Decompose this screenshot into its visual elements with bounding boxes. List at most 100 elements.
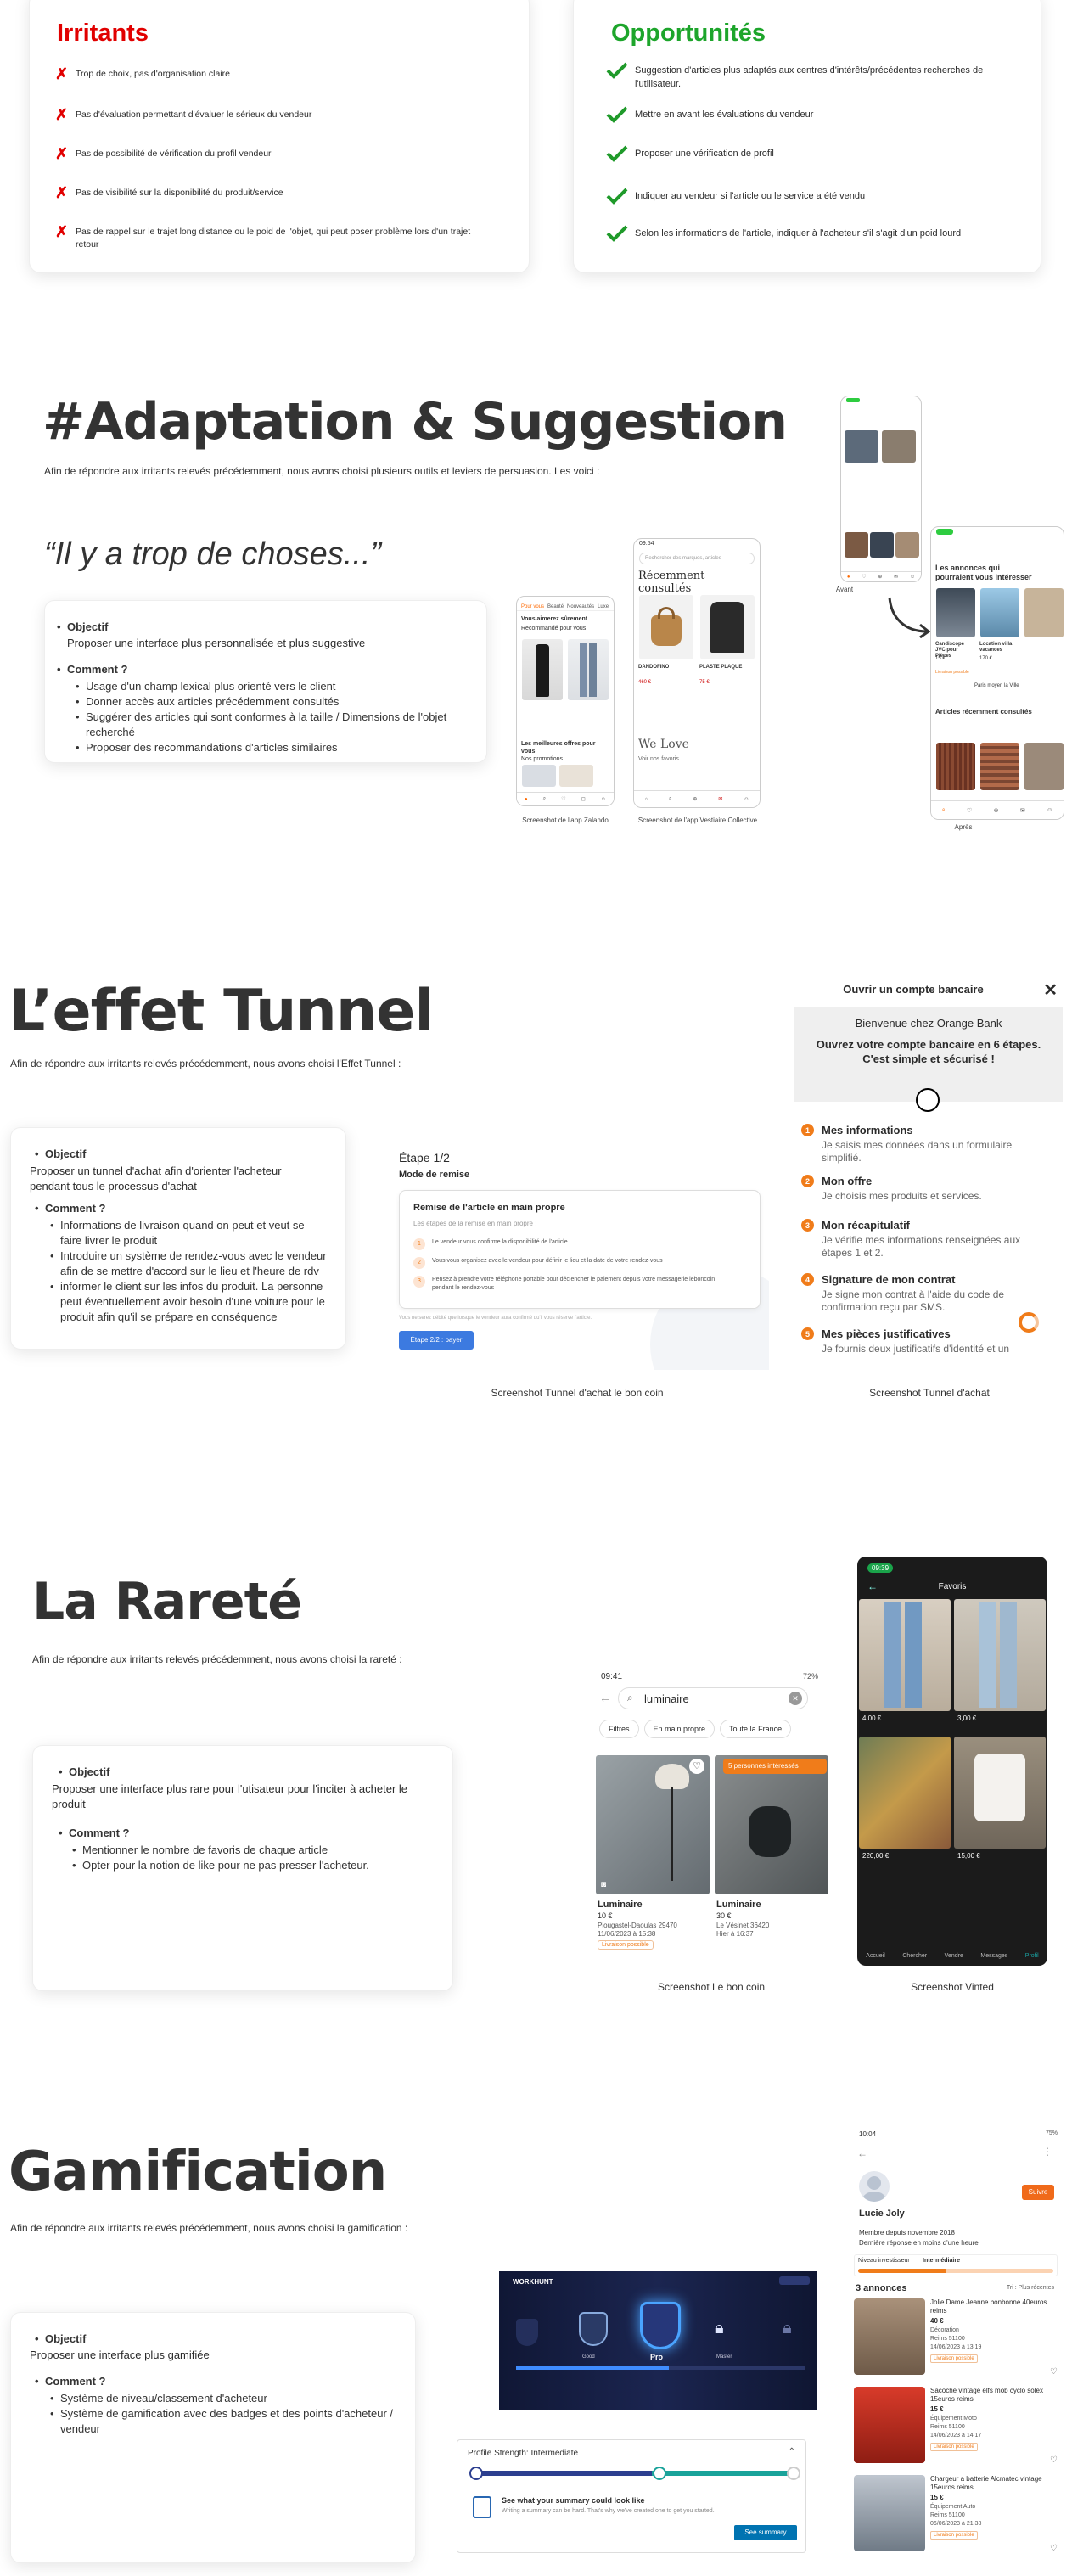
lbc-note: Vous ne serez débité que lorsque le vend… bbox=[399, 1316, 592, 1321]
listing-date: 06/06/2023 à 21:38 bbox=[930, 2521, 982, 2527]
vinted-nav-item[interactable]: Vendre bbox=[945, 1953, 963, 1959]
vinted-nav-item[interactable]: Profil bbox=[1025, 1953, 1039, 1959]
check-icon bbox=[606, 106, 635, 127]
vinted-price-2: 3,00 € bbox=[957, 1715, 977, 1722]
zalando-tab[interactable]: Nouveautés bbox=[567, 604, 594, 609]
badge-icon bbox=[640, 2302, 681, 2349]
bottom-nav[interactable]: ⌕ ♡ ⊕ ✉ ☺ bbox=[931, 800, 1064, 819]
lbc-box-title: Remise de l'article en main propre bbox=[413, 1203, 565, 1213]
remise-step: 3 Pensez à prendre votre téléphone portab… bbox=[413, 1276, 753, 1293]
bottom-nav[interactable]: ● ⌕ ♡ ◻ ☺ bbox=[517, 792, 614, 805]
profile-listing[interactable]: Chargeur a batterie Alcmatec vintage 15e… bbox=[854, 2475, 1061, 2558]
step-desc: Je signe mon contrat à l'aide du code de… bbox=[822, 1288, 1005, 1313]
lbc-pay-button[interactable]: Étape 2/2 : payer bbox=[399, 1331, 474, 1350]
heart-icon[interactable]: ♡ bbox=[1050, 2367, 1058, 2377]
step-number: 4 bbox=[801, 1273, 814, 1286]
step-text: Le vendeur vous confirme la disponibilit… bbox=[432, 1239, 568, 1245]
vestiaire-search[interactable]: Rechercher des marques, articles bbox=[639, 553, 755, 564]
filter-chip[interactable]: Filtres bbox=[599, 1720, 639, 1738]
check-icon bbox=[606, 188, 635, 209]
lbc-item2-price: 30 € bbox=[716, 1911, 732, 1920]
level-good: Good bbox=[582, 2354, 595, 2360]
vestiaire-time: 09:54 bbox=[639, 541, 654, 547]
step-text: Vous vous organisez avec le vendeur pour… bbox=[432, 1258, 663, 1264]
product-image bbox=[882, 430, 916, 463]
vestiaire-item2-brand: PLASTE PLAQUE bbox=[699, 665, 743, 670]
product-image bbox=[568, 639, 609, 700]
chevron-up-icon[interactable]: ⌃ bbox=[789, 2447, 795, 2456]
follow-button[interactable]: Suivre bbox=[1022, 2185, 1054, 2200]
profile-listing[interactable]: Jolie Dame Jeanne bonbonne 40euros reims… bbox=[854, 2298, 1061, 2382]
comment-item: Suggérer des articles qui sont conformes… bbox=[74, 710, 481, 740]
zalando-screenshot: Pour vous Beauté Nouveautés Luxe Vous aimer… bbox=[516, 596, 615, 806]
comment-item: Usage d'un champ lexical plus orienté ve… bbox=[74, 679, 481, 694]
lbc-item1-price: 10 € bbox=[598, 1911, 613, 1920]
vinted-bottom-nav[interactable]: Accueil Chercher Vendre Messages Profil bbox=[857, 1953, 1047, 1959]
vestiaire-item1-brand: DANDOFINO bbox=[638, 665, 670, 670]
product-image bbox=[522, 765, 556, 787]
back-icon[interactable]: ← bbox=[857, 2147, 867, 2159]
zalando-section2: Les meilleures offres pour vous bbox=[521, 741, 596, 755]
back-icon[interactable]: ← bbox=[599, 1691, 611, 1704]
vinted-price-1: 4,00 € bbox=[862, 1715, 882, 1722]
filter-chip[interactable]: En main propre bbox=[643, 1720, 716, 1738]
filter-chip[interactable]: Toute la France bbox=[720, 1720, 792, 1738]
objectif-label: Objectif bbox=[55, 620, 480, 635]
step-desc: Je vérifie mes informations renseignées … bbox=[822, 1234, 1021, 1259]
profile-reply: Dernière réponse en moins d'une heure bbox=[859, 2239, 979, 2247]
comment-item: Proposer des recommandations d'articles … bbox=[74, 740, 481, 755]
linkedin-summary-sub: Writing a summary can be hard. That's wh… bbox=[502, 2508, 715, 2514]
vinted-nav-item[interactable]: Accueil bbox=[866, 1953, 885, 1959]
profile-listing[interactable]: Sacoche vintage elfs mob cyclo solex 15e… bbox=[854, 2387, 1061, 2470]
caption-lbc-rarete: Screenshot Le bon coin bbox=[657, 1981, 766, 1993]
listing-delivery: Livraison possible bbox=[930, 2354, 978, 2363]
irritant-text: Trop de choix, pas d'organisation claire bbox=[76, 69, 230, 79]
zalando-tab[interactable]: Luxe bbox=[598, 604, 609, 609]
profile-battery: 75% bbox=[1045, 2130, 1058, 2136]
vinted-nav-item[interactable]: Chercher bbox=[902, 1953, 927, 1959]
heart-icon[interactable]: ♡ bbox=[1050, 2455, 1058, 2465]
step-desc: Je choisis mes produits et services. bbox=[822, 1190, 982, 1202]
clear-icon[interactable]: ✕ bbox=[789, 1692, 802, 1705]
irritant-item: ✗ Trop de choix, pas d'organisation clair… bbox=[55, 65, 514, 83]
listing-title: Jolie Dame Jeanne bonbonne 40euros reims bbox=[930, 2298, 1047, 2315]
step-number: 1 bbox=[413, 1238, 425, 1250]
listing-price: 15 € bbox=[930, 2405, 944, 2413]
linkedin-summary-title: See what your summary could look like bbox=[502, 2496, 645, 2505]
comment-item: Informations de livraison quand on peut … bbox=[48, 1218, 328, 1249]
more-icon[interactable]: ⋮ bbox=[1042, 2146, 1052, 2158]
lbc-badge: Livraison possible bbox=[935, 670, 969, 675]
lbc-item1-date: 11/06/2023 à 15:38 bbox=[598, 1930, 656, 1938]
vestiaire-screenshot: 09:54 Rechercher des marques, articles R… bbox=[633, 538, 761, 808]
comment-item: Système de niveau/classement d'acheteur bbox=[48, 2391, 405, 2406]
irritant-text: Pas de visibilité sur la disponibilité d… bbox=[76, 188, 283, 198]
listing-title: Chargeur a batterie Alcmatec vintage 15e… bbox=[930, 2475, 1042, 2491]
linkedin-strength: Profile Strength: Intermediate bbox=[468, 2449, 579, 2458]
opportunity-item: Indiquer au vendeur si l'article ou le s… bbox=[606, 188, 1030, 209]
close-icon[interactable]: ✕ bbox=[1043, 979, 1058, 1001]
document-icon bbox=[473, 2496, 491, 2518]
bottom-nav[interactable]: ● ♡ ⊕ ✉ ☺ bbox=[841, 571, 921, 581]
rarete-comment-list: Mentionner le nombre de favoris de chaqu… bbox=[70, 1843, 435, 1873]
zalando-tab[interactable]: Beauté bbox=[547, 604, 564, 609]
badge-icon bbox=[579, 2312, 608, 2346]
profile-sort[interactable]: Tri : Plus récentes bbox=[1007, 2285, 1054, 2291]
step-desc: Je fournis deux justificatifs d'identité… bbox=[822, 1343, 1010, 1355]
heart-icon[interactable]: ♡ bbox=[1050, 2544, 1058, 2553]
vinted-screenshot: 09:39 ← Favoris 4,00 € 3,00 € 220,00 € 1… bbox=[857, 1557, 1047, 1966]
objectif-text: Proposer une interface plus gamifiée bbox=[30, 2349, 210, 2361]
irritant-text: Pas de rappel sur le trajet long distanc… bbox=[76, 227, 471, 250]
vinted-nav-item[interactable]: Messages bbox=[980, 1953, 1007, 1959]
vestiaire-love-sub[interactable]: Voir nos favoris bbox=[634, 755, 683, 764]
level-master: Master bbox=[716, 2354, 732, 2360]
search-field[interactable]: ⌕ luminaire ✕ bbox=[618, 1687, 808, 1709]
zalando-tab[interactable]: Pour vous bbox=[521, 604, 544, 609]
loader-icon bbox=[1019, 1312, 1039, 1333]
bottom-nav[interactable]: ⌂ ⌕ ⊕ ✉ ☺ bbox=[634, 790, 760, 807]
see-summary-button[interactable]: See summary bbox=[734, 2525, 797, 2540]
gamification-title: Gamification bbox=[8, 2141, 387, 2203]
heart-icon[interactable]: ♡ bbox=[689, 1759, 704, 1774]
profile-time: 10:04 bbox=[859, 2130, 877, 2138]
check-icon bbox=[606, 62, 635, 83]
caption-vestiaire: Screenshot de l'app Vestiaire Collective bbox=[637, 817, 758, 824]
